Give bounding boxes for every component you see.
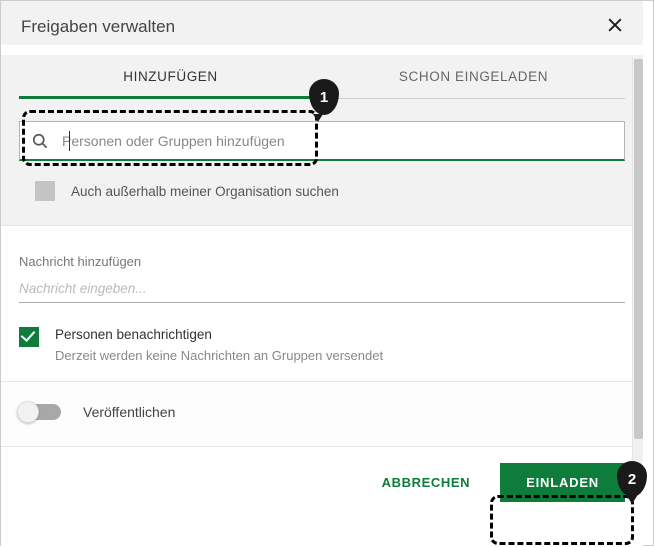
search-icon: [30, 131, 50, 151]
cancel-button[interactable]: ABBRECHEN: [376, 465, 476, 500]
scrollbar[interactable]: [632, 57, 643, 487]
notify-note: Derzeit werden keine Nachrichten an Grup…: [55, 348, 383, 363]
toggle-knob-icon: [17, 401, 39, 423]
external-search-label: Auch außerhalb meiner Organisation suche…: [71, 184, 339, 199]
notify-title: Personen benachrichtigen: [55, 327, 383, 342]
close-icon: [605, 15, 625, 35]
notify-checkbox[interactable]: [19, 327, 39, 347]
search-box[interactable]: [19, 121, 625, 161]
dialog-title: Freigaben verwalten: [21, 17, 623, 37]
tab-add[interactable]: HINZUFÜGEN: [19, 55, 322, 99]
tab-invited[interactable]: SCHON EINGELADEN: [322, 55, 625, 99]
notify-text: Personen benachrichtigen Derzeit werden …: [55, 327, 383, 363]
message-label: Nachricht hinzufügen: [19, 254, 625, 269]
search-wrap: [19, 121, 625, 161]
invite-button[interactable]: EINLADEN: [500, 463, 625, 502]
publish-section: Veröffentlichen: [1, 382, 643, 447]
text-caret: [69, 131, 70, 151]
checkbox-unchecked-icon[interactable]: [35, 181, 55, 201]
search-input[interactable]: [50, 132, 614, 150]
dialog-footer: ABBRECHEN EINLADEN: [1, 447, 643, 518]
external-search-row[interactable]: Auch außerhalb meiner Organisation suche…: [19, 181, 625, 201]
publish-label: Veröffentlichen: [83, 404, 175, 420]
message-input[interactable]: [19, 279, 625, 303]
message-section: Nachricht hinzufügen Personen benachrich…: [1, 226, 643, 382]
notify-row: Personen benachrichtigen Derzeit werden …: [19, 327, 625, 363]
share-dialog: Freigaben verwalten HINZUFÜGEN SCHON EIN…: [1, 1, 643, 547]
dialog-header: Freigaben verwalten: [1, 1, 643, 45]
scroll-thumb[interactable]: [634, 59, 643, 439]
close-button[interactable]: [605, 15, 627, 37]
publish-toggle[interactable]: [19, 404, 61, 420]
